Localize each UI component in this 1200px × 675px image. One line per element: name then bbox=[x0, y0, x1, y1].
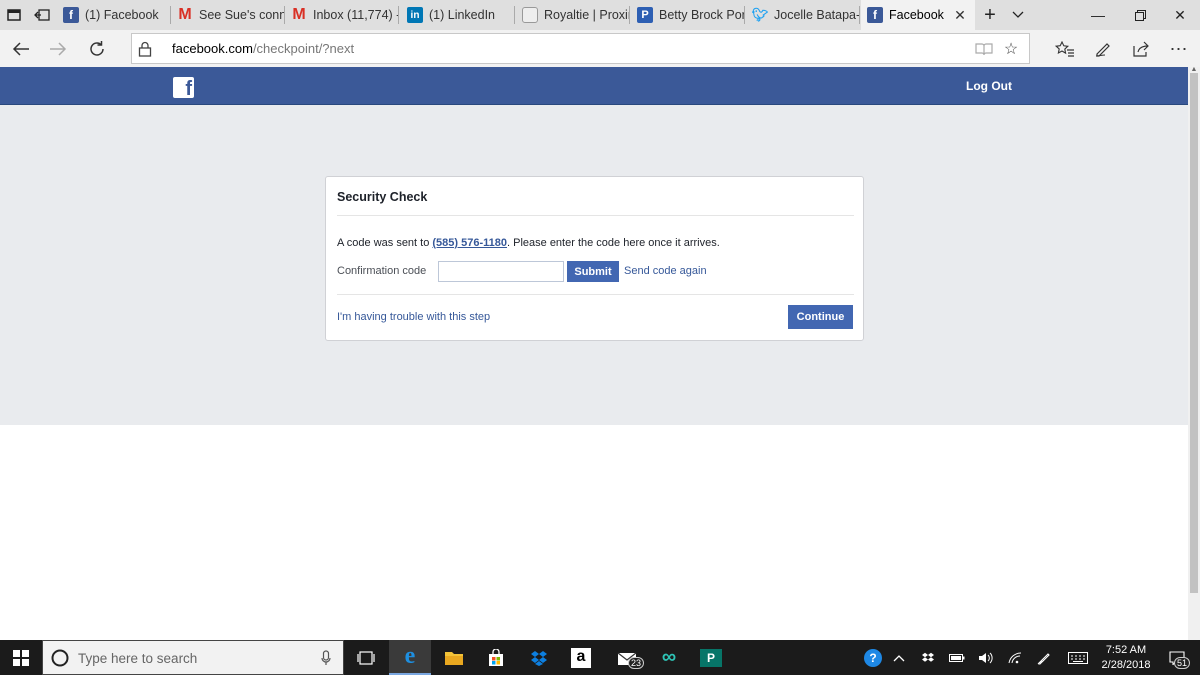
tab-label: Royaltie | Proxir bbox=[544, 8, 630, 22]
send-code-again-link[interactable]: Send code again bbox=[624, 265, 707, 277]
tab-label: (1) Facebook bbox=[85, 8, 159, 22]
scroll-thumb[interactable] bbox=[1190, 73, 1198, 593]
tab-label: Facebook bbox=[889, 8, 944, 22]
back-icon[interactable] bbox=[4, 34, 38, 64]
tab-twitter[interactable]: 🐦︎ Jocelle Batapa-S bbox=[746, 0, 860, 30]
tab-linkedin[interactable]: in (1) LinkedIn bbox=[401, 0, 515, 30]
card-title: Security Check bbox=[337, 190, 428, 204]
store-icon[interactable] bbox=[475, 640, 517, 675]
file-explorer-icon[interactable] bbox=[433, 640, 475, 675]
windows-start-icon[interactable] bbox=[0, 640, 42, 675]
microphone-icon[interactable] bbox=[321, 650, 331, 671]
arduino-icon[interactable]: ∞ bbox=[648, 640, 690, 675]
set-tabs-aside-icon[interactable] bbox=[28, 0, 56, 30]
facebook-logo-icon[interactable]: f bbox=[173, 77, 194, 100]
restore-icon[interactable] bbox=[1117, 0, 1163, 30]
code-sent-message: A code was sent to (585) 576-1180. Pleas… bbox=[337, 237, 720, 249]
mail-icon[interactable]: 23 bbox=[606, 640, 648, 675]
publisher-icon[interactable]: P bbox=[690, 640, 732, 675]
dropbox-tray-icon[interactable] bbox=[917, 640, 939, 675]
gmail-icon: M bbox=[292, 6, 306, 23]
tab-label: (1) LinkedIn bbox=[429, 8, 496, 22]
phone-number-link[interactable]: (585) 576-1180 bbox=[432, 237, 507, 249]
battery-icon[interactable] bbox=[946, 640, 968, 675]
gmail-icon: M bbox=[178, 6, 192, 23]
more-icon[interactable]: ⋯ bbox=[1162, 34, 1196, 64]
tab-actions-icon[interactable] bbox=[0, 0, 28, 30]
tab-facebook-1[interactable]: f (1) Facebook bbox=[57, 0, 171, 30]
volume-icon[interactable] bbox=[975, 640, 997, 675]
share-icon[interactable] bbox=[1124, 34, 1158, 64]
address-bar[interactable]: facebook.com/checkpoint/?next ☆ bbox=[131, 33, 1030, 64]
task-view-icon[interactable] bbox=[345, 640, 387, 675]
cortana-icon bbox=[51, 649, 69, 672]
mail-badge: 23 bbox=[628, 657, 645, 669]
keyboard-icon[interactable] bbox=[1064, 640, 1092, 675]
tab-label: Betty Brock Por bbox=[659, 8, 745, 22]
page-icon: P bbox=[637, 7, 653, 23]
edge-icon[interactable]: e bbox=[389, 640, 431, 675]
favorite-star-icon[interactable]: ☆ bbox=[1001, 39, 1021, 59]
url-text: facebook.com/checkpoint/?next bbox=[172, 41, 355, 56]
taskbar-search-box[interactable]: Type here to search bbox=[42, 640, 344, 675]
tab-label: Jocelle Batapa-S bbox=[774, 8, 860, 22]
facebook-icon: f bbox=[867, 7, 883, 23]
security-check-card: Security Check A code was sent to (585) … bbox=[325, 176, 864, 341]
chevron-down-icon[interactable] bbox=[1000, 0, 1036, 30]
clock[interactable]: 7:52 AM 2/28/2018 bbox=[1098, 643, 1154, 673]
close-window-icon[interactable]: ✕ bbox=[1160, 0, 1200, 30]
taskbar: Type here to search e a 23 ∞ P ? 7:52 AM… bbox=[0, 640, 1200, 675]
log-out-link[interactable]: Log Out bbox=[966, 79, 1012, 93]
tab-gmail-sue[interactable]: M See Sue's conne bbox=[171, 0, 285, 30]
divider bbox=[337, 294, 854, 295]
pen-tray-icon[interactable] bbox=[1033, 640, 1055, 675]
scrollbar[interactable]: ▲ bbox=[1188, 66, 1200, 640]
close-tab-icon[interactable]: ✕ bbox=[951, 6, 969, 24]
clock-date: 2/28/2018 bbox=[1101, 659, 1151, 671]
reading-view-icon[interactable] bbox=[974, 39, 994, 59]
tab-gmail-inbox[interactable]: M Inbox (11,774) - bbox=[285, 0, 399, 30]
pen-icon[interactable] bbox=[1086, 34, 1120, 64]
continue-button[interactable]: Continue bbox=[788, 305, 853, 329]
tab-label: See Sue's conne bbox=[199, 8, 285, 22]
amazon-icon[interactable]: a bbox=[560, 640, 602, 675]
facebook-header: f Log Out bbox=[0, 67, 1188, 105]
wifi-icon[interactable] bbox=[1004, 640, 1026, 675]
notification-center-icon[interactable]: 51 bbox=[1162, 640, 1192, 675]
divider bbox=[337, 215, 854, 216]
browser-nav-bar: facebook.com/checkpoint/?next ☆ ⋯ bbox=[0, 30, 1200, 67]
tab-facebook-active[interactable]: f Facebook ✕ bbox=[861, 0, 975, 30]
chevron-up-icon[interactable] bbox=[889, 640, 909, 675]
tab-royaltie[interactable]: Royaltie | Proxir bbox=[516, 0, 630, 30]
tab-betty-brock[interactable]: P Betty Brock Por bbox=[631, 0, 745, 30]
tab-label: Inbox (11,774) - bbox=[313, 8, 399, 22]
submit-button[interactable]: Submit bbox=[567, 261, 619, 282]
refresh-icon[interactable] bbox=[80, 34, 114, 64]
trouble-link[interactable]: I'm having trouble with this step bbox=[337, 311, 490, 323]
minimize-icon[interactable]: — bbox=[1075, 0, 1121, 30]
confirmation-code-label: Confirmation code bbox=[337, 265, 427, 277]
notification-count: 51 bbox=[1174, 657, 1191, 669]
confirmation-code-input[interactable] bbox=[438, 261, 564, 282]
favorites-list-icon[interactable] bbox=[1048, 34, 1082, 64]
browser-tab-strip: f (1) Facebook M See Sue's conne M Inbox… bbox=[0, 0, 1200, 30]
facebook-icon: f bbox=[63, 7, 79, 23]
dropbox-icon[interactable] bbox=[518, 640, 560, 675]
clock-time: 7:52 AM bbox=[1105, 644, 1147, 656]
forward-icon[interactable] bbox=[41, 34, 75, 64]
twitter-icon: 🐦︎ bbox=[751, 7, 769, 22]
linkedin-icon: in bbox=[407, 7, 423, 23]
royaltie-icon bbox=[522, 7, 538, 23]
help-icon[interactable]: ? bbox=[860, 640, 886, 675]
search-placeholder: Type here to search bbox=[78, 651, 198, 666]
lock-icon bbox=[138, 41, 154, 57]
